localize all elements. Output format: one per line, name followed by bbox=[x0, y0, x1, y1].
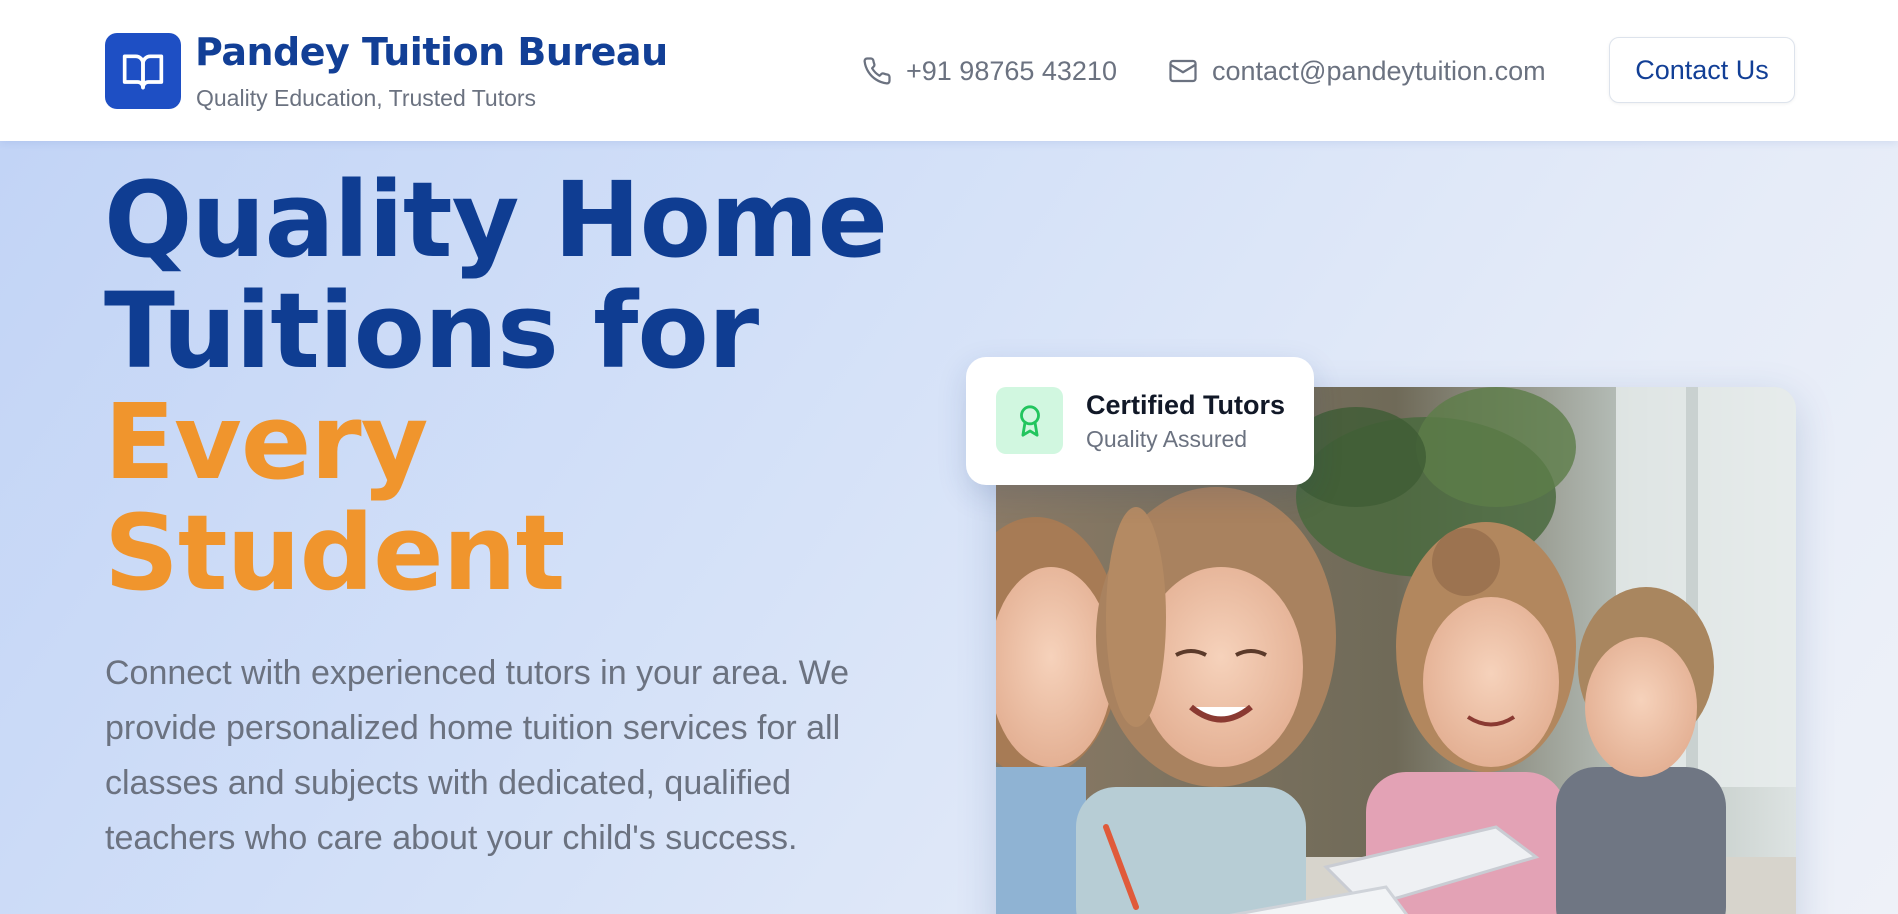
headline-line-1: Quality Home bbox=[104, 159, 888, 281]
headline-line-2: Tuitions for bbox=[104, 270, 759, 392]
hero-description: Connect with experienced tutors in your … bbox=[105, 654, 849, 857]
badge-title: Certified Tutors bbox=[1086, 390, 1286, 420]
site-header: Pandey Tuition Bureau Quality Education,… bbox=[0, 0, 1898, 141]
phone-number: +91 98765 43210 bbox=[906, 55, 1117, 86]
certified-tutors-badge: Certified Tutors Quality Assured bbox=[966, 357, 1314, 485]
phone-icon bbox=[863, 57, 891, 85]
brand-name[interactable]: Pandey Tuition Bureau bbox=[195, 30, 668, 74]
hero-section: Quality Home Tuitions for Every Student … bbox=[0, 141, 1898, 914]
email-address: contact@pandeytuition.com bbox=[1212, 55, 1546, 86]
badge-icon-box bbox=[996, 387, 1063, 454]
phone-link[interactable]: +91 98765 43210 bbox=[862, 51, 1117, 91]
badge-subtitle: Quality Assured bbox=[1086, 426, 1248, 452]
mail-icon bbox=[1169, 59, 1197, 83]
logo[interactable] bbox=[105, 33, 181, 109]
email-link[interactable]: contact@pandeytuition.com bbox=[1168, 51, 1546, 91]
headline-line-3: Every bbox=[104, 381, 428, 503]
brand-tagline: Quality Education, Trusted Tutors bbox=[196, 85, 537, 111]
open-book-icon bbox=[122, 54, 164, 90]
award-ribbon-icon bbox=[1019, 404, 1040, 437]
headline-line-4: Student bbox=[104, 492, 565, 614]
contact-us-button[interactable]: Contact Us bbox=[1609, 37, 1795, 103]
hero-headline: Quality Home Tuitions for Every Student bbox=[104, 159, 888, 614]
